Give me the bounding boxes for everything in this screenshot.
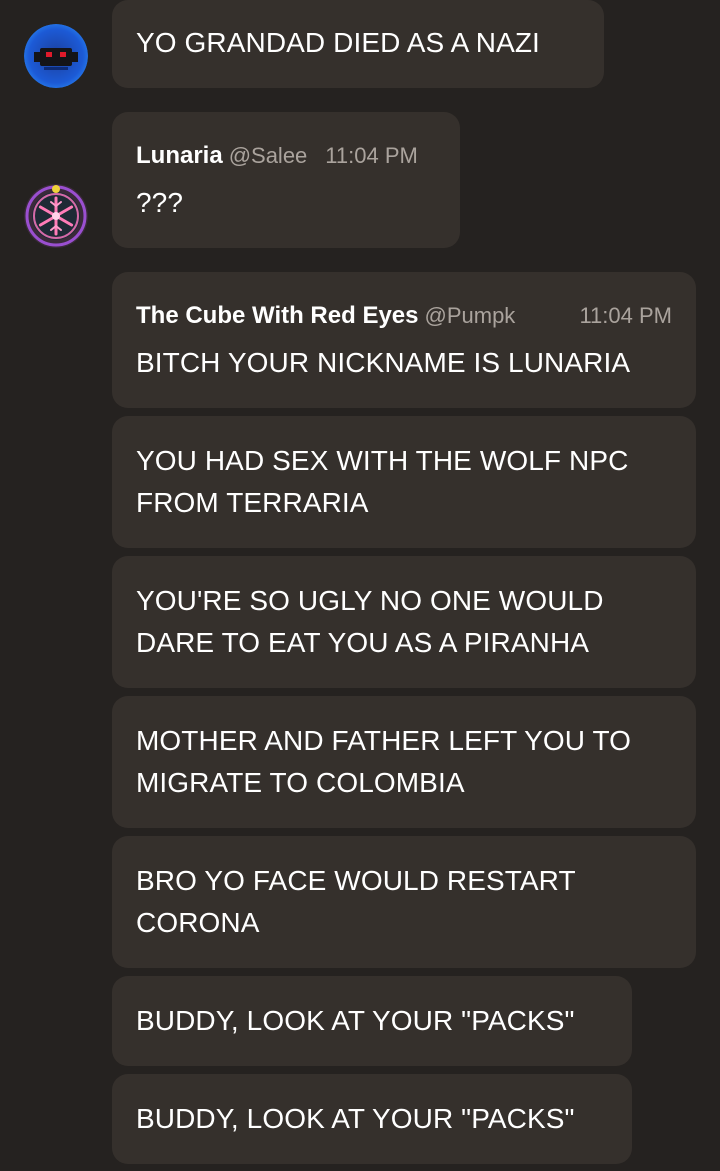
message-timestamp: 11:04 PM (579, 303, 672, 328)
author-name[interactable]: The Cube With Red Eyes (136, 302, 419, 329)
message-bubble[interactable]: YOU HAD SEX WITH THE WOLF NPC FROM TERRA… (112, 416, 696, 548)
author-handle: @Pumpk (424, 303, 516, 328)
message-bubble[interactable]: YOU'RE SO UGLY NO ONE WOULD DARE TO EAT … (112, 556, 696, 688)
message-text: YO GRANDAD DIED AS A NAZI (136, 27, 540, 58)
message-text: BUDDY, LOOK AT YOUR "PACKS" (136, 1103, 575, 1134)
avatar-lunaria-snowflake-icon[interactable] (24, 184, 88, 248)
message-header: Lunaria @Salee 11:04 PM (136, 140, 418, 172)
message-text: BITCH YOUR NICKNAME IS LUNARIA (136, 347, 631, 378)
message-bubble[interactable]: BRO YO FACE WOULD RESTART CORONA (112, 836, 696, 968)
message-bubble[interactable]: YO GRANDAD DIED AS A NAZI (112, 0, 604, 88)
message-bubble[interactable]: BUDDY, LOOK AT YOUR "PACKS" (112, 1074, 632, 1164)
message-bubble[interactable]: BUDDY, LOOK AT YOUR "PACKS" (112, 976, 632, 1066)
message-bubble[interactable]: The Cube With Red Eyes @Pumpk 11:04 PM BIT… (112, 272, 696, 408)
message-bubble[interactable]: MOTHER AND FATHER LEFT YOU TO MIGRATE TO… (112, 696, 696, 828)
message-bubble[interactable]: Lunaria @Salee 11:04 PM ??? (112, 112, 460, 248)
message-text: BRO YO FACE WOULD RESTART CORONA (136, 865, 576, 938)
message-text: YOU HAD SEX WITH THE WOLF NPC FROM TERRA… (136, 445, 629, 518)
avatar-cube-red-eyes-icon[interactable] (24, 24, 88, 88)
message-timestamp: 11:04 PM (325, 143, 418, 168)
message-text: ??? (136, 187, 184, 218)
message-text: BUDDY, LOOK AT YOUR "PACKS" (136, 1005, 575, 1036)
author-handle: @Salee (228, 143, 308, 168)
message-header: The Cube With Red Eyes @Pumpk 11:04 PM (136, 300, 672, 332)
author-name[interactable]: Lunaria (136, 142, 223, 169)
message-text: YOU'RE SO UGLY NO ONE WOULD DARE TO EAT … (136, 585, 604, 658)
message-text: MOTHER AND FATHER LEFT YOU TO MIGRATE TO… (136, 725, 632, 798)
